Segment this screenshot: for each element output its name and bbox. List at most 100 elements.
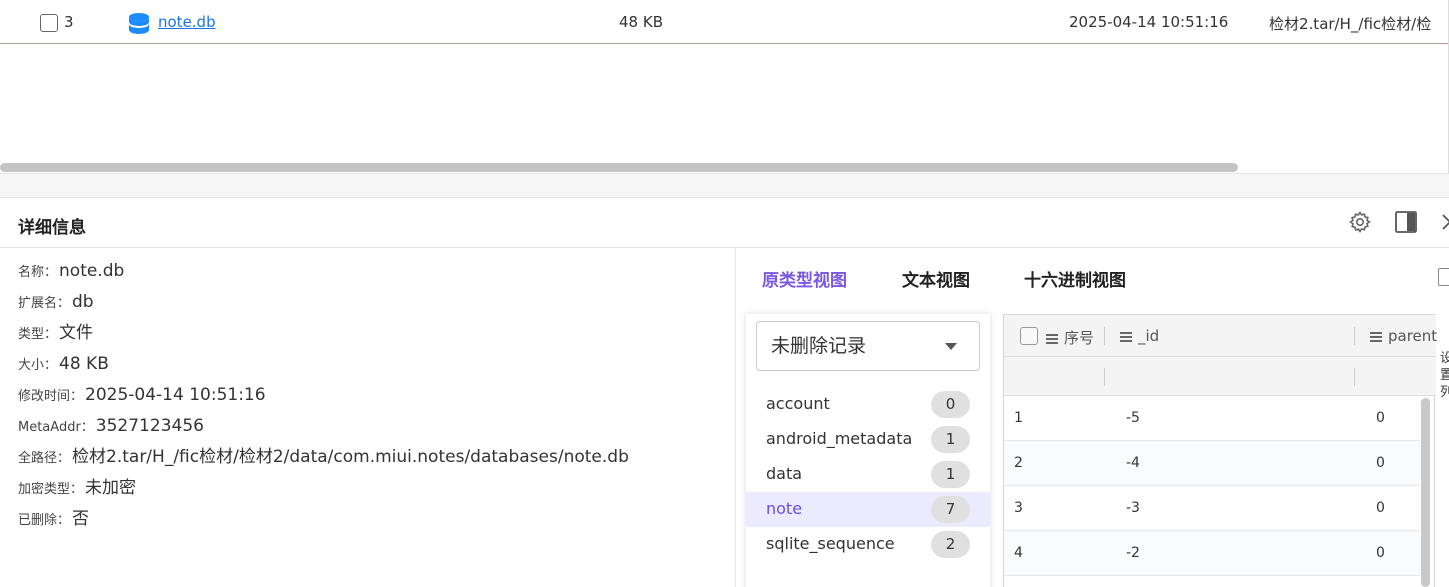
column-settings-tab[interactable]: 设置列 [1440, 350, 1449, 401]
file-name-link[interactable]: note.db [158, 13, 216, 31]
table-list-item[interactable]: data 1 [746, 457, 990, 492]
tab-text-view[interactable]: 文本视图 [902, 266, 970, 291]
prop-metaaddr: MetaAddr： 3527123456 [18, 415, 629, 446]
prop-value: 文件 [59, 323, 94, 343]
column-separator [1104, 368, 1105, 386]
prop-value: 否 [72, 509, 90, 529]
column-menu-icon [1370, 331, 1382, 342]
tab-native-view[interactable]: 原类型视图 [762, 266, 847, 291]
column-menu-icon [1120, 331, 1132, 342]
cell-id: -2 [1126, 545, 1140, 561]
prop-value: 未加密 [85, 478, 137, 498]
table-list-item-selected[interactable]: note 7 [746, 492, 990, 527]
prop-label: 大小： [18, 358, 58, 373]
detail-panel-title: 详细信息 [18, 218, 86, 238]
cell-parent: 0 [1376, 410, 1385, 426]
row-count-badge: 7 [931, 496, 970, 523]
prop-extension: 扩展名： db [18, 291, 629, 322]
divider [0, 247, 1449, 248]
splitter-bar[interactable] [0, 174, 1449, 198]
cell-id: -3 [1126, 500, 1140, 516]
cell-parent: 0 [1376, 455, 1385, 471]
cell-index: 3 [1014, 500, 1023, 516]
prop-value: note.db [59, 261, 125, 281]
row-index: 3 [64, 13, 74, 31]
prop-value: 48 KB [59, 354, 109, 374]
close-icon[interactable] [1438, 210, 1449, 234]
table-row[interactable]: 3 -3 0 [1004, 486, 1420, 531]
cell-id: -5 [1126, 410, 1140, 426]
expand-icon[interactable] [1438, 268, 1449, 286]
file-properties: 名称： note.db 扩展名： db 类型： 文件 大小： 48 KB 修改时间： 20… [18, 260, 629, 539]
select-value: 未删除记录 [771, 335, 867, 357]
table-row[interactable]: 2 -4 0 [1004, 441, 1420, 486]
column-header-parent[interactable]: parent [1370, 327, 1437, 345]
prop-size: 大小： 48 KB [18, 353, 629, 384]
cell-index: 4 [1014, 545, 1023, 561]
prop-deleted: 已删除：否 [18, 508, 629, 539]
file-table-row[interactable]: 3 note.db 48 KB 2025-04-14 10:51:16 检材2.… [0, 0, 1449, 44]
prop-label: MetaAddr： [18, 420, 94, 435]
prop-value: 检材2.tar/H_/fic检材/检材2/data/com.miui.notes… [72, 447, 629, 467]
records-grid: 序号 _id parent 1 -5 0 2 -4 0 3 -3 0 4 -2 0 [1003, 314, 1437, 587]
table-list-item[interactable]: android_metadata 1 [746, 422, 990, 457]
cell-parent: 0 [1376, 500, 1385, 516]
prop-name: 名称： note.db [18, 260, 629, 291]
table-name: data [766, 464, 803, 483]
table-name: account [766, 394, 830, 413]
horizontal-scrollbar[interactable] [0, 163, 1238, 172]
prop-label: 名称： [18, 265, 58, 280]
table-name: android_metadata [766, 429, 913, 448]
column-separator [1354, 368, 1355, 386]
database-icon [129, 13, 149, 34]
cell-index: 1 [1014, 410, 1023, 426]
select-all-checkbox[interactable] [1020, 327, 1038, 345]
prop-label: 全路径： [18, 451, 71, 466]
prop-label: 扩展名： [18, 296, 71, 311]
prop-label: 加密类型： [18, 482, 84, 497]
table-list-item[interactable]: sqlite_sequence 2 [746, 527, 990, 562]
divider [0, 197, 1449, 198]
prop-modified: 修改时间： 2025-04-14 10:51:16 [18, 384, 629, 415]
row-checkbox[interactable] [40, 14, 58, 32]
prop-value: 2025-04-14 10:51:16 [85, 385, 266, 405]
prop-label: 修改时间： [18, 389, 84, 404]
column-title: _id [1138, 327, 1160, 345]
cell-id: -4 [1126, 455, 1140, 471]
file-modified-time: 2025-04-14 10:51:16 [1069, 13, 1229, 31]
prop-full-path: 全路径： 检材2.tar/H_/fic检材/检材2/data/com.miui.n… [18, 446, 629, 477]
prop-label: 类型： [18, 327, 58, 342]
table-row[interactable]: 4 -2 0 [1004, 531, 1420, 576]
grid-header: 序号 _id parent [1004, 315, 1437, 357]
tab-hex-view[interactable]: 十六进制视图 [1024, 266, 1126, 291]
prop-value: 3527123456 [95, 416, 204, 436]
table-row[interactable]: 1 -5 0 [1004, 396, 1420, 441]
file-size: 48 KB [619, 13, 663, 31]
row-count-badge: 0 [931, 391, 970, 418]
column-header-id[interactable]: _id [1120, 327, 1159, 345]
row-count-badge: 1 [931, 461, 970, 488]
column-header-index[interactable]: 序号 [1046, 327, 1094, 348]
table-name: sqlite_sequence [766, 534, 895, 553]
prop-value: db [72, 292, 94, 312]
prop-encryption: 加密类型： 未加密 [18, 477, 629, 508]
table-list-item[interactable]: account 0 [746, 387, 990, 422]
gear-icon[interactable] [1348, 210, 1372, 234]
vertical-scrollbar[interactable] [1421, 398, 1430, 587]
grid-filter-row[interactable] [1004, 357, 1436, 396]
side-panel-icon[interactable] [1394, 210, 1418, 234]
cell-parent: 0 [1376, 545, 1385, 561]
column-separator[interactable] [1354, 327, 1355, 345]
file-path: 检材2.tar/H_/fic检材/检 [1269, 15, 1432, 33]
column-title: parent [1388, 327, 1438, 345]
column-title: 序号 [1064, 329, 1095, 347]
panel-divider [735, 248, 736, 587]
prop-type: 类型： 文件 [18, 322, 629, 353]
column-separator[interactable] [1104, 327, 1105, 345]
row-count-badge: 1 [931, 426, 970, 453]
row-count-badge: 2 [931, 531, 970, 558]
record-filter-select[interactable]: 未删除记录 [756, 321, 980, 371]
column-menu-icon [1046, 333, 1058, 344]
chevron-down-icon [945, 343, 957, 350]
cell-index: 2 [1014, 455, 1023, 471]
